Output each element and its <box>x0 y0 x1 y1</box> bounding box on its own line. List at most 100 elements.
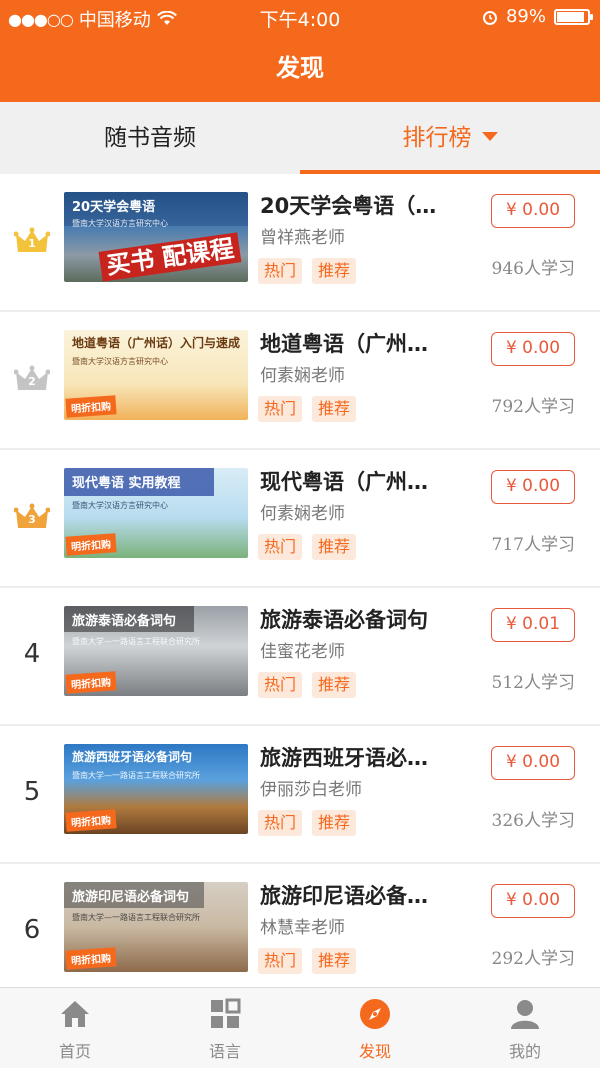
learner-count: 946人学习 <box>491 259 575 279</box>
tab-audio-label: 随书音频 <box>104 125 196 151</box>
compass-icon <box>360 999 390 1029</box>
status-bar: ●●●○○ 中国移动 下午4:00 89% <box>0 0 600 34</box>
rank-number: 3 <box>28 513 36 526</box>
thumb-promo: 明折扣购 <box>65 947 117 970</box>
learner-count: 792人学习 <box>491 397 575 417</box>
person-icon <box>511 1000 539 1029</box>
price-button[interactable]: ¥ 0.00 <box>491 194 575 228</box>
price-button[interactable]: ¥ 0.00 <box>491 746 575 780</box>
course-title[interactable]: 20天学会粤语（… <box>260 190 460 222</box>
page-title: 发现 <box>276 54 324 82</box>
nav-home[interactable]: 首页 <box>0 988 150 1068</box>
course-row[interactable]: 3 现代粤语 实用教程 暨南大学汉语方言研究中心 明折扣购 现代粤语（广州… 何… <box>0 450 600 588</box>
thumb-subtitle: 暨南大学—一路语言工程联合研究所 <box>72 771 200 780</box>
course-thumbnail[interactable]: 旅游印尼语必备词句 暨南大学—一路语言工程联合研究所 明折扣购 <box>64 882 248 972</box>
course-teacher: 伊丽莎白老师 <box>260 780 362 800</box>
thumb-title: 现代粤语 实用教程 <box>64 468 214 496</box>
rank-badge: 3 <box>14 498 50 534</box>
learner-count: 512人学习 <box>491 673 575 693</box>
course-row[interactable]: 2 地道粤语（广州话）入门与速成 暨南大学汉语方言研究中心 明折扣购 地道粤语（… <box>0 312 600 450</box>
rank-number: 2 <box>28 375 36 388</box>
tab-ranking[interactable]: 排行榜 <box>300 102 600 174</box>
tag-recommend: 推荐 <box>312 672 357 698</box>
tag-recommend: 推荐 <box>312 396 357 422</box>
course-thumbnail[interactable]: 旅游西班牙语必备词句 暨南大学—一路语言工程联合研究所 明折扣购 <box>64 744 248 834</box>
tag-hot: 热门 <box>258 810 303 836</box>
course-row[interactable]: 1 20天学会粤语 暨南大学汉语方言研究中心 买书 配课程 20天学会粤语（… … <box>0 174 600 312</box>
tab-audio[interactable]: 随书音频 <box>0 102 300 174</box>
course-row[interactable]: 5 旅游西班牙语必备词句 暨南大学—一路语言工程联合研究所 明折扣购 旅游西班牙… <box>0 726 600 864</box>
nav-profile[interactable]: 我的 <box>450 988 600 1068</box>
course-title[interactable]: 现代粤语（广州… <box>260 466 460 498</box>
course-list: 1 20天学会粤语 暨南大学汉语方言研究中心 买书 配课程 20天学会粤语（… … <box>0 174 600 1002</box>
learner-count: 292人学习 <box>491 949 575 969</box>
rank-number: 5 <box>23 777 41 807</box>
rank-number: 4 <box>23 639 41 669</box>
nav-language[interactable]: 语言 <box>150 988 300 1068</box>
nav-home-label: 首页 <box>58 1042 91 1061</box>
course-row[interactable]: 6 旅游印尼语必备词句 暨南大学—一路语言工程联合研究所 明折扣购 旅游印尼语必… <box>0 864 600 1002</box>
course-title[interactable]: 地道粤语（广州… <box>260 328 460 360</box>
thumb-subtitle: 暨南大学汉语方言研究中心 <box>72 501 168 510</box>
course-tags: 热门 推荐 <box>258 534 357 560</box>
tag-hot: 热门 <box>258 258 303 284</box>
tag-recommend: 推荐 <box>312 534 357 560</box>
tag-hot: 热门 <box>258 396 303 422</box>
status-right: 89% <box>482 6 593 27</box>
course-teacher: 何素娴老师 <box>260 366 345 386</box>
price-button[interactable]: ¥ 0.00 <box>491 332 575 366</box>
thumb-subtitle: 暨南大学汉语方言研究中心 <box>72 357 168 366</box>
course-thumbnail[interactable]: 旅游泰语必备词句 暨南大学—一路语言工程联合研究所 明折扣购 <box>64 606 248 696</box>
thumb-title: 旅游印尼语必备词句 <box>64 882 204 908</box>
price-button[interactable]: ¥ 0.01 <box>491 608 575 642</box>
nav-profile-label: 我的 <box>508 1042 541 1061</box>
thumb-promo: 买书 配课程 <box>98 232 242 282</box>
learner-count: 326人学习 <box>491 811 575 831</box>
course-title[interactable]: 旅游泰语必备词句 <box>260 604 460 636</box>
course-tags: 热门 推荐 <box>258 948 357 974</box>
segment-tabs: 随书音频 排行榜 <box>0 102 600 175</box>
course-teacher: 佳蜜花老师 <box>260 642 345 662</box>
price-button[interactable]: ¥ 0.00 <box>491 470 575 504</box>
thumb-subtitle: 暨南大学汉语方言研究中心 <box>72 219 168 228</box>
course-tags: 热门 推荐 <box>258 258 357 284</box>
nav-discover-label: 发现 <box>358 1042 391 1061</box>
battery-percent: 89% <box>505 6 546 27</box>
course-teacher: 何素娴老师 <box>260 504 345 524</box>
thumb-subtitle: 暨南大学—一路语言工程联合研究所 <box>72 637 200 646</box>
rank-number: 6 <box>23 915 41 945</box>
thumb-promo: 明折扣购 <box>65 809 117 832</box>
course-title[interactable]: 旅游印尼语必备… <box>260 880 460 912</box>
rank-badge: 1 <box>14 222 50 258</box>
nav-bar: 发现 <box>0 34 600 102</box>
thumb-title: 旅游泰语必备词句 <box>64 606 194 632</box>
tag-recommend: 推荐 <box>312 810 357 836</box>
nav-language-label: 语言 <box>208 1042 241 1061</box>
course-row[interactable]: 4 旅游泰语必备词句 暨南大学—一路语言工程联合研究所 明折扣购 旅游泰语必备词… <box>0 588 600 726</box>
nav-discover[interactable]: 发现 <box>300 988 450 1068</box>
tag-hot: 热门 <box>258 672 303 698</box>
alarm-icon <box>482 10 497 25</box>
grid-icon <box>211 998 241 1028</box>
course-tags: 热门 推荐 <box>258 810 357 836</box>
course-title[interactable]: 旅游西班牙语必… <box>260 742 460 774</box>
learner-count: 717人学习 <box>491 535 575 555</box>
rank-number: 1 <box>28 237 36 250</box>
thumb-promo: 明折扣购 <box>65 533 117 556</box>
tag-hot: 热门 <box>258 534 303 560</box>
course-thumbnail[interactable]: 地道粤语（广州话）入门与速成 暨南大学汉语方言研究中心 明折扣购 <box>64 330 248 420</box>
course-teacher: 曾祥燕老师 <box>260 228 345 248</box>
dropdown-caret-icon <box>481 132 498 141</box>
course-thumbnail[interactable]: 20天学会粤语 暨南大学汉语方言研究中心 买书 配课程 <box>64 192 248 282</box>
course-teacher: 林慧幸老师 <box>260 918 345 938</box>
thumb-promo: 明折扣购 <box>65 671 117 694</box>
battery-icon <box>554 8 593 25</box>
price-button[interactable]: ¥ 0.00 <box>491 884 575 918</box>
course-tags: 热门 推荐 <box>258 672 357 698</box>
home-icon <box>61 1001 89 1027</box>
tab-ranking-label: 排行榜 <box>402 125 472 151</box>
tag-recommend: 推荐 <box>312 948 357 974</box>
thumb-promo: 明折扣购 <box>65 395 117 418</box>
course-thumbnail[interactable]: 现代粤语 实用教程 暨南大学汉语方言研究中心 明折扣购 <box>64 468 248 558</box>
tag-recommend: 推荐 <box>312 258 357 284</box>
